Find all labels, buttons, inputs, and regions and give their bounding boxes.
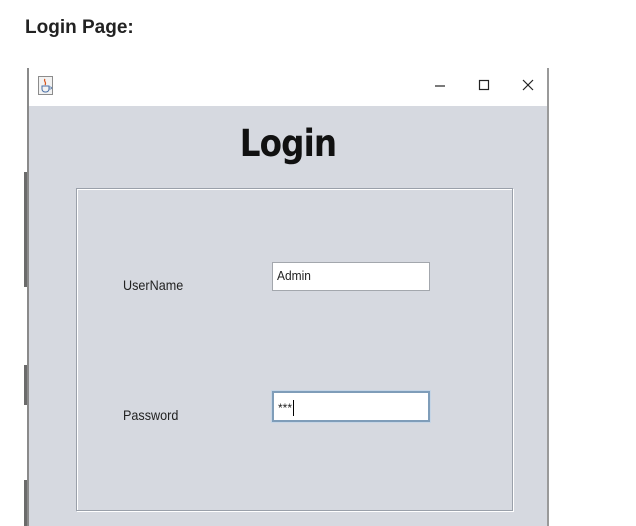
maximize-button[interactable] [473,74,495,96]
document-heading: Login Page: [25,17,134,38]
close-icon [522,79,534,91]
username-label: UserName [123,277,184,293]
login-window: Login UserName Admin Password *** [27,68,549,526]
username-value: Admin [277,268,311,283]
minimize-icon [435,85,445,87]
password-label: Password [123,407,179,423]
java-cup-icon[interactable] [38,76,53,95]
username-field[interactable]: Admin [272,262,430,291]
maximize-icon [478,79,490,91]
password-field[interactable]: *** [272,391,430,422]
login-form-panel: UserName Admin Password *** [76,188,513,511]
minimize-button[interactable] [429,74,451,96]
close-button[interactable] [517,74,539,96]
window-titlebar[interactable] [29,68,547,106]
password-mask: *** [278,401,293,415]
text-caret [293,400,295,416]
login-title: Login [239,122,337,165]
